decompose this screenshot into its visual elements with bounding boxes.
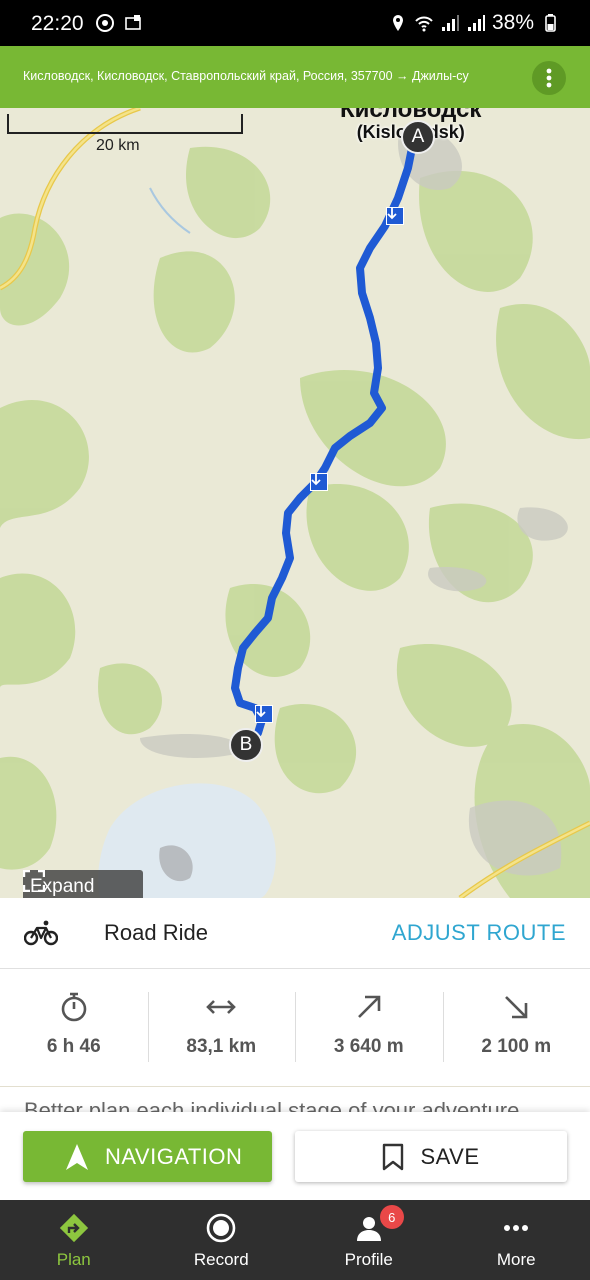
- stat-distance: 83,1 km: [147, 968, 296, 1086]
- battery-icon: [545, 14, 556, 32]
- navigation-label: NAVIGATION: [105, 1143, 243, 1169]
- location-icon: [392, 15, 403, 31]
- stat-duration: 6 h 46: [0, 968, 148, 1086]
- route-stats: 6 h 46 83,1 km 3 640 m 2 100 m: [0, 968, 590, 1087]
- ride-type-row: Road Ride ADJUST ROUTE: [0, 898, 590, 969]
- stopwatch-icon: [61, 992, 87, 1022]
- bottom-navigation: Plan Record 6 Profile More: [0, 1200, 590, 1280]
- route-title: Кисловодск, Кисловодск, Ставропольский к…: [23, 69, 469, 83]
- more-vertical-icon: [546, 68, 552, 88]
- chrome-icon: [96, 14, 114, 32]
- menu-button[interactable]: [532, 61, 566, 95]
- record-icon: [206, 1213, 236, 1243]
- descent-arrow-icon: [505, 996, 528, 1019]
- stat-value: 6 h 46: [46, 1036, 101, 1057]
- end-marker[interactable]: B: [229, 728, 263, 762]
- tab-plan[interactable]: Plan: [0, 1200, 148, 1280]
- notification-icon: [125, 15, 141, 30]
- stat-descent: 2 100 m: [442, 968, 590, 1086]
- tab-label: More: [496, 1250, 536, 1269]
- save-label: SAVE: [420, 1143, 480, 1169]
- navigation-button[interactable]: NAVIGATION: [23, 1131, 272, 1182]
- status-time: 22:20: [31, 12, 84, 35]
- bookmark-icon: [383, 1143, 404, 1170]
- distance-arrows-icon: [206, 1000, 237, 1014]
- stat-value: 2 100 m: [481, 1036, 552, 1057]
- direction-arrow-icon: [255, 705, 273, 723]
- wifi-icon: [415, 16, 433, 32]
- direction-arrow-icon: [310, 473, 328, 491]
- route-header: Кисловодск, Кисловодск, Ставропольский к…: [0, 46, 590, 108]
- ascent-arrow-icon: [357, 995, 381, 1018]
- expand-map-button[interactable]: Expand: [23, 870, 143, 898]
- tab-profile[interactable]: 6 Profile: [295, 1200, 443, 1280]
- tab-record[interactable]: Record: [148, 1200, 296, 1280]
- signal-icon: [441, 15, 459, 31]
- save-button[interactable]: SAVE: [295, 1131, 567, 1182]
- stat-value: 3 640 m: [333, 1036, 404, 1057]
- stat-ascent: 3 640 m: [295, 968, 443, 1086]
- start-marker[interactable]: A: [401, 120, 435, 154]
- bicycle-icon: [24, 920, 58, 946]
- scale-label: 20 km: [96, 137, 140, 154]
- tab-label: Profile: [344, 1250, 393, 1269]
- battery-percent: 38%: [491, 11, 534, 34]
- navigation-arrow-icon: [66, 1143, 88, 1170]
- adjust-route-button[interactable]: ADJUST ROUTE: [392, 920, 566, 946]
- tab-label: Plan: [56, 1250, 91, 1269]
- scale-bar: [7, 114, 243, 134]
- status-bar: 22:20 38%: [0, 0, 590, 46]
- expand-icon: [23, 870, 45, 892]
- map-canvas: [0, 108, 590, 898]
- profile-badge: 6: [379, 1205, 404, 1229]
- tab-label: Record: [193, 1250, 249, 1269]
- signal-icon: [467, 15, 485, 31]
- more-horizontal-icon: [504, 1225, 529, 1231]
- ride-type-label[interactable]: Road Ride: [104, 920, 208, 946]
- map-view[interactable]: 20 km Кисловодск (Kislovodsk) A B Expand: [0, 108, 590, 898]
- stat-value: 83,1 km: [186, 1036, 257, 1057]
- plan-icon: [59, 1213, 88, 1243]
- tab-more[interactable]: More: [443, 1200, 590, 1280]
- route-summary-panel: Road Ride ADJUST ROUTE 6 h 46 83,1 km 3 …: [0, 898, 590, 1123]
- action-bar: NAVIGATION SAVE: [0, 1112, 590, 1200]
- direction-arrow-icon: [386, 207, 404, 225]
